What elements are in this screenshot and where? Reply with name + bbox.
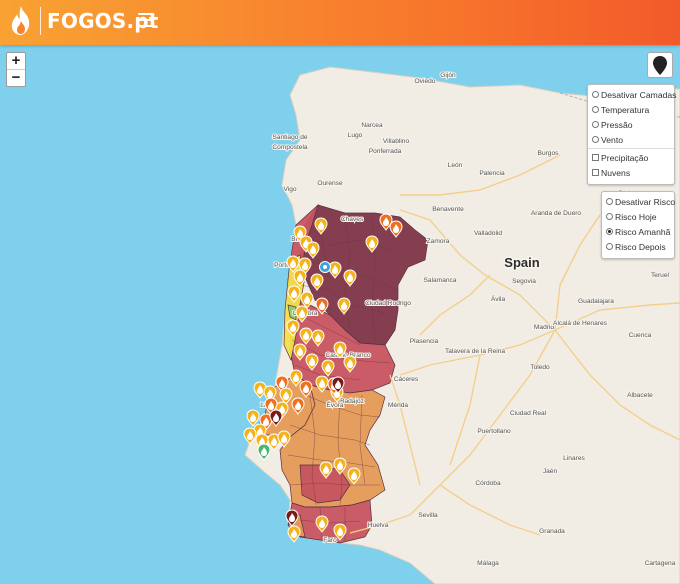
map-label: Lugo <box>348 132 363 139</box>
divider <box>588 148 674 149</box>
map-label: Ponferrada <box>369 148 402 155</box>
map-label: Huelva <box>368 522 389 529</box>
map-label: Ávila <box>491 294 506 303</box>
map-label: Madrid <box>534 324 554 331</box>
map-label: Sevilla <box>418 512 438 519</box>
layer-option[interactable]: Risco Amanhã <box>602 224 674 239</box>
brand-logo[interactable]: FOGOS.pt <box>8 5 159 37</box>
layer-option-label: Risco Hoje <box>615 211 657 222</box>
map-label: Cartagena <box>645 560 676 567</box>
zoom-out-button[interactable]: − <box>7 70 25 86</box>
map-label: Narcea <box>361 122 383 129</box>
map-label: Córdoba <box>475 480 501 487</box>
webcam-marker-icon[interactable] <box>319 261 331 273</box>
layer-option-label: Precipitação <box>601 152 649 163</box>
map-label: Spain <box>504 255 539 270</box>
map-label: Gijón <box>440 72 456 79</box>
layer-option[interactable]: Precipitação <box>588 150 674 165</box>
map-label: Compostela <box>272 144 308 151</box>
map-label: Alcalá de Henares <box>553 320 608 327</box>
zoom-in-button[interactable]: + <box>7 53 25 70</box>
map-label: Jaén <box>543 468 558 475</box>
map-label: Granada <box>539 528 565 535</box>
map-label: Cáceres <box>394 376 419 383</box>
radio-button[interactable] <box>592 106 599 113</box>
map-label: Vigo <box>283 186 296 193</box>
map-label: Santiago de <box>272 134 308 141</box>
hamburger-menu-icon[interactable] <box>138 13 154 27</box>
map-label: Toledo <box>530 364 550 371</box>
map-label: Linares <box>563 455 585 462</box>
geolocate-button[interactable] <box>647 52 673 78</box>
layer-option[interactable]: Vento <box>588 132 674 147</box>
map-label: Albacete <box>627 392 653 399</box>
map-view[interactable]: SpainMadridBilbaoLugoSantiago deComposte… <box>0 45 680 584</box>
risk-panel: Desativar Risco Risco Hoje Risco Amanhã Ris… <box>601 191 675 259</box>
map-label: Chaves <box>341 216 364 223</box>
checkbox[interactable] <box>592 154 599 161</box>
layer-option-label: Nuvens <box>601 167 631 178</box>
layer-option[interactable]: Risco Depois <box>602 239 674 254</box>
radio-button[interactable] <box>592 91 599 98</box>
map-label: Palencia <box>479 170 505 177</box>
logo-divider <box>40 7 41 35</box>
map-label: Faro <box>323 537 337 544</box>
map-label: Villablino <box>383 138 410 145</box>
layer-option-label: Risco Depois <box>615 241 666 252</box>
zoom-control: + − <box>6 52 26 87</box>
layer-option-label: Vento <box>601 134 623 145</box>
map-label: Segovia <box>512 278 536 285</box>
map-label: Mérida <box>388 402 408 409</box>
map-label: Aranda de Duero <box>531 210 582 217</box>
layer-option-label: Pressão <box>601 119 633 130</box>
map-canvas[interactable]: SpainMadridBilbaoLugoSantiago deComposte… <box>0 45 680 584</box>
radio-button[interactable] <box>606 228 613 235</box>
map-label: Oviedo <box>415 78 436 85</box>
layer-option[interactable]: Desativar Camadas <box>588 87 677 102</box>
map-label: Ciudad Rodrigo <box>365 300 411 307</box>
app-header: FOGOS.pt <box>0 0 680 45</box>
map-label: Teruel <box>651 272 669 279</box>
map-label: Guadalajara <box>578 298 614 305</box>
layer-option[interactable]: Temperatura <box>588 102 674 117</box>
map-label: Plasencia <box>410 338 439 345</box>
radio-button[interactable] <box>606 198 613 205</box>
layer-option-label: Risco Amanhã <box>615 226 671 237</box>
map-label: Zamora <box>427 238 450 245</box>
map-label: León <box>448 162 463 169</box>
layer-option-label: Desativar Camadas <box>601 89 677 100</box>
map-label: Benavente <box>432 206 464 213</box>
radio-button[interactable] <box>606 243 613 250</box>
map-label: Talavera de la Reina <box>445 348 505 355</box>
checkbox[interactable] <box>592 169 599 176</box>
map-label: Badajoz <box>340 398 364 405</box>
map-label: Puertollano <box>477 428 511 435</box>
radio-button[interactable] <box>592 136 599 143</box>
map-label: Évora <box>326 400 344 409</box>
map-label: Ourense <box>317 180 343 187</box>
radio-button[interactable] <box>606 213 613 220</box>
map-pin-icon <box>653 56 667 75</box>
map-label: Burgos <box>538 150 560 157</box>
map-label: Málaga <box>477 560 499 567</box>
layer-option[interactable]: Risco Hoje <box>602 209 674 224</box>
layer-option[interactable]: Desativar Risco <box>602 194 676 209</box>
layer-option[interactable]: Pressão <box>588 117 674 132</box>
map-label: Salamanca <box>424 277 457 284</box>
map-label: Ciudad Real <box>510 410 547 417</box>
radio-button[interactable] <box>592 121 599 128</box>
layer-option[interactable]: Nuvens <box>588 165 674 180</box>
layer-option-label: Temperatura <box>601 104 650 115</box>
map-label: Valladolid <box>474 230 502 237</box>
flame-logo-icon <box>11 6 30 35</box>
layer-option-label: Desativar Risco <box>615 196 676 207</box>
map-label: Cuenca <box>629 332 652 339</box>
layers-panel: Desativar Camadas Temperatura Pressão Vento… <box>587 84 677 185</box>
